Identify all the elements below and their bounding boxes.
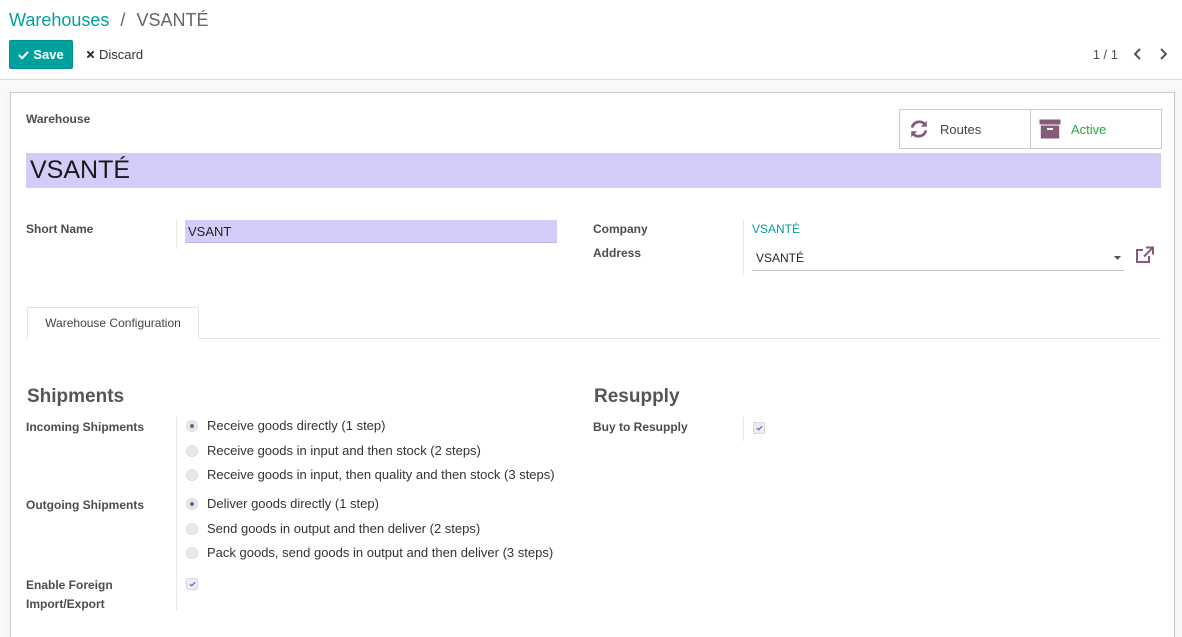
discard-button[interactable]: Discard [80,40,149,69]
foreign-label-line-1: Enable Foreign [26,578,113,592]
resupply-group-title: Resupply [594,386,680,407]
check-icon [188,581,196,587]
buy-to-resupply-checkbox[interactable] [753,422,765,434]
foreign-import-export-label: Enable Foreign Import/Export [26,576,113,614]
breadcrumb: Warehouses / VSANTÉ [9,9,208,31]
incoming-option-3-steps[interactable]: Receive goods in input, then quality and… [186,467,555,482]
external-link-icon[interactable] [1135,246,1155,267]
foreign-import-export-checkbox[interactable] [186,578,198,590]
warehouse-label: Warehouse [26,112,91,126]
pager-next-button[interactable] [1156,44,1170,64]
radio-label: Pack goods, send goods in output and the… [207,545,554,560]
control-panel: Warehouses / VSANTÉ Save Discard 1 / 1 [0,0,1182,80]
pager-previous-button[interactable] [1130,44,1144,64]
field-separator [743,417,744,441]
foreign-label-line-2: Import/Export [26,597,105,611]
field-separator [743,219,744,275]
field-separator [176,417,177,610]
refresh-icon [910,120,928,138]
radio-button[interactable] [186,522,198,535]
incoming-option-1-step[interactable]: Receive goods directly (1 step) [186,418,385,433]
chevron-right-icon [1159,48,1167,60]
short-name-label: Short Name [26,222,94,236]
routes-button[interactable]: Routes [900,110,1030,148]
address-select[interactable]: VSANTÉ [752,245,1124,271]
check-icon [755,425,763,431]
outgoing-shipments-label: Outgoing Shipments [26,498,144,512]
incoming-option-2-steps[interactable]: Receive goods in input and then stock (2… [186,443,481,458]
breadcrumb-separator: / [120,10,126,30]
radio-button[interactable] [186,497,198,510]
buy-to-resupply-label: Buy to Resupply [593,420,688,434]
radio-label: Send goods in output and then deliver (2… [207,521,481,536]
radio-label: Receive goods in input, then quality and… [207,467,555,482]
radio-label: Receive goods directly (1 step) [207,418,386,433]
tab-warehouse-configuration[interactable]: Warehouse Configuration [27,307,199,339]
warehouse-name-input[interactable]: VSANTÉ [26,153,1161,188]
save-button[interactable]: Save [9,40,73,69]
radio-button[interactable] [186,419,198,432]
check-icon [18,50,30,60]
chevron-left-icon [1133,48,1141,60]
pager: 1 / 1 [1093,44,1170,64]
routes-button-label: Routes [940,121,982,137]
smart-button-box: Routes Active [899,109,1162,149]
shipments-group-title: Shipments [27,386,125,407]
radio-button[interactable] [186,444,198,457]
company-link[interactable]: VSANTÉ [752,222,800,236]
caret-down-icon [1114,255,1121,260]
short-name-input[interactable]: VSANT [185,220,557,243]
radio-button[interactable] [186,468,198,481]
outgoing-option-3-steps[interactable]: Pack goods, send goods in output and the… [186,545,553,560]
radio-label: Receive goods in input and then stock (2… [207,443,481,458]
incoming-shipments-label: Incoming Shipments [26,420,145,434]
outgoing-option-2-steps[interactable]: Send goods in output and then deliver (2… [186,521,480,536]
outgoing-option-1-step[interactable]: Deliver goods directly (1 step) [186,496,379,511]
address-label: Address [593,246,642,260]
archive-icon [1039,119,1061,139]
active-toggle-button[interactable]: Active [1030,110,1161,148]
discard-button-label: Discard [99,47,144,62]
breadcrumb-warehouses-link[interactable]: Warehouses [9,10,109,30]
close-icon [86,50,95,59]
form-sheet: Routes Active Warehouse VSANTÉ Short Nam… [10,92,1175,637]
save-button-label: Save [33,47,64,62]
radio-button[interactable] [186,546,198,559]
company-label: Company [593,222,648,236]
breadcrumb-current: VSANTÉ [136,10,209,30]
address-select-value: VSANTÉ [756,250,805,265]
radio-label: Deliver goods directly (1 step) [207,496,379,511]
active-status-label: Active [1071,121,1107,137]
field-separator [176,219,177,249]
pager-value: 1 / 1 [1092,46,1118,62]
